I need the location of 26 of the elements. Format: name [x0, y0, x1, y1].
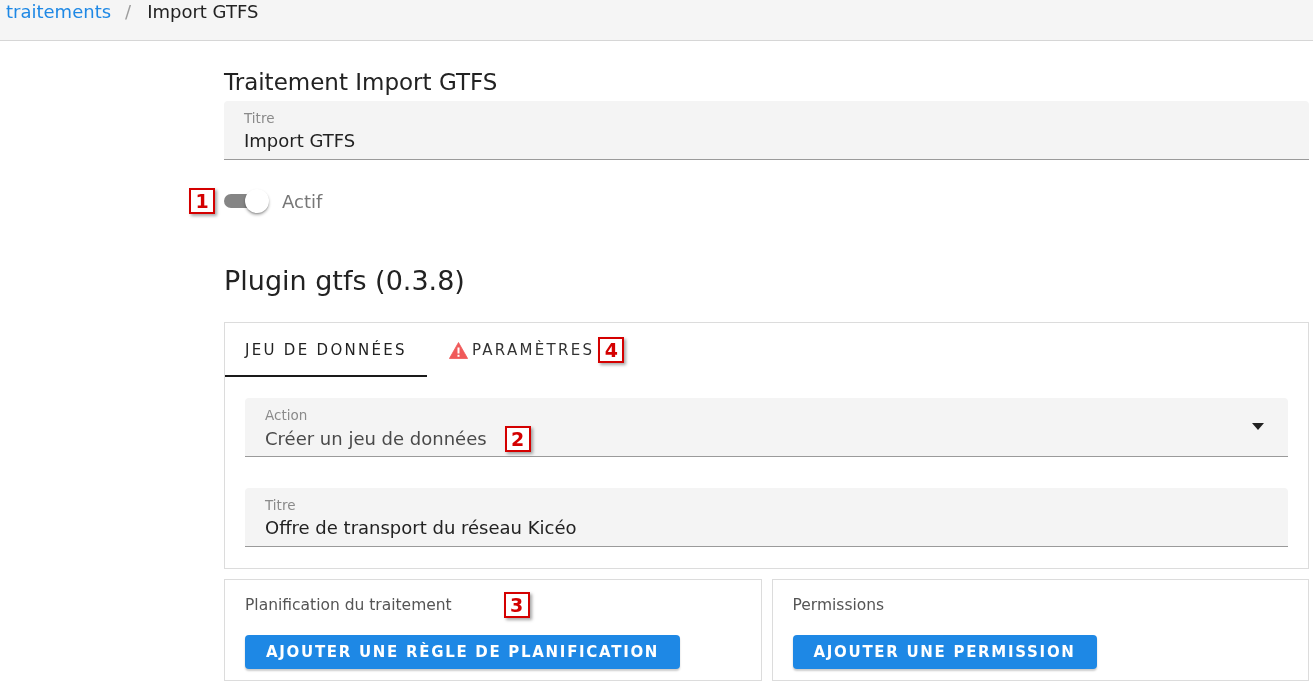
field-label: Action [265, 407, 309, 424]
number-marker: 3 [503, 592, 530, 618]
text-field[interactable]: Titre Offre de transport du réseau Kicéo [245, 488, 1288, 547]
add-button[interactable]: AJOUTER UNE RÈGLE DE PLANIFICATION [245, 635, 681, 669]
field-value: Import GTFS [244, 129, 356, 153]
field-value: Offre de transport du réseau Kicéo [265, 516, 577, 540]
plugin-title: Plugin gtfs (0.3.8) [224, 264, 466, 298]
section-title: Planification du traitement [245, 596, 452, 614]
field-label: Titre [265, 497, 297, 514]
caret-down-icon [1252, 423, 1264, 430]
field-label: Titre [244, 110, 276, 127]
breadcrumb-current: Import GTFS [147, 0, 259, 24]
add-button[interactable]: AJOUTER UNE PERMISSION [792, 635, 1097, 669]
toggle-label: Actif [282, 190, 323, 212]
text-field[interactable]: Titre Import GTFS [224, 101, 1309, 160]
breadcrumb-divider: / [125, 0, 132, 24]
select-value: Créer un jeu de données [265, 427, 487, 451]
tab[interactable]: JEU DE DONNÉES [225, 323, 427, 377]
number-marker: 4 [598, 337, 625, 363]
section-title: Permissions [792, 596, 885, 614]
number-marker: 2 [504, 426, 531, 452]
number-marker: 1 [189, 188, 215, 214]
tab[interactable]: PARAMÈTRES [426, 323, 599, 377]
select-field[interactable]: Action Créer un jeu de données 2 [245, 398, 1288, 457]
page-title: Traitement Import GTFS [224, 68, 499, 96]
toggle-switch[interactable] [224, 189, 270, 213]
